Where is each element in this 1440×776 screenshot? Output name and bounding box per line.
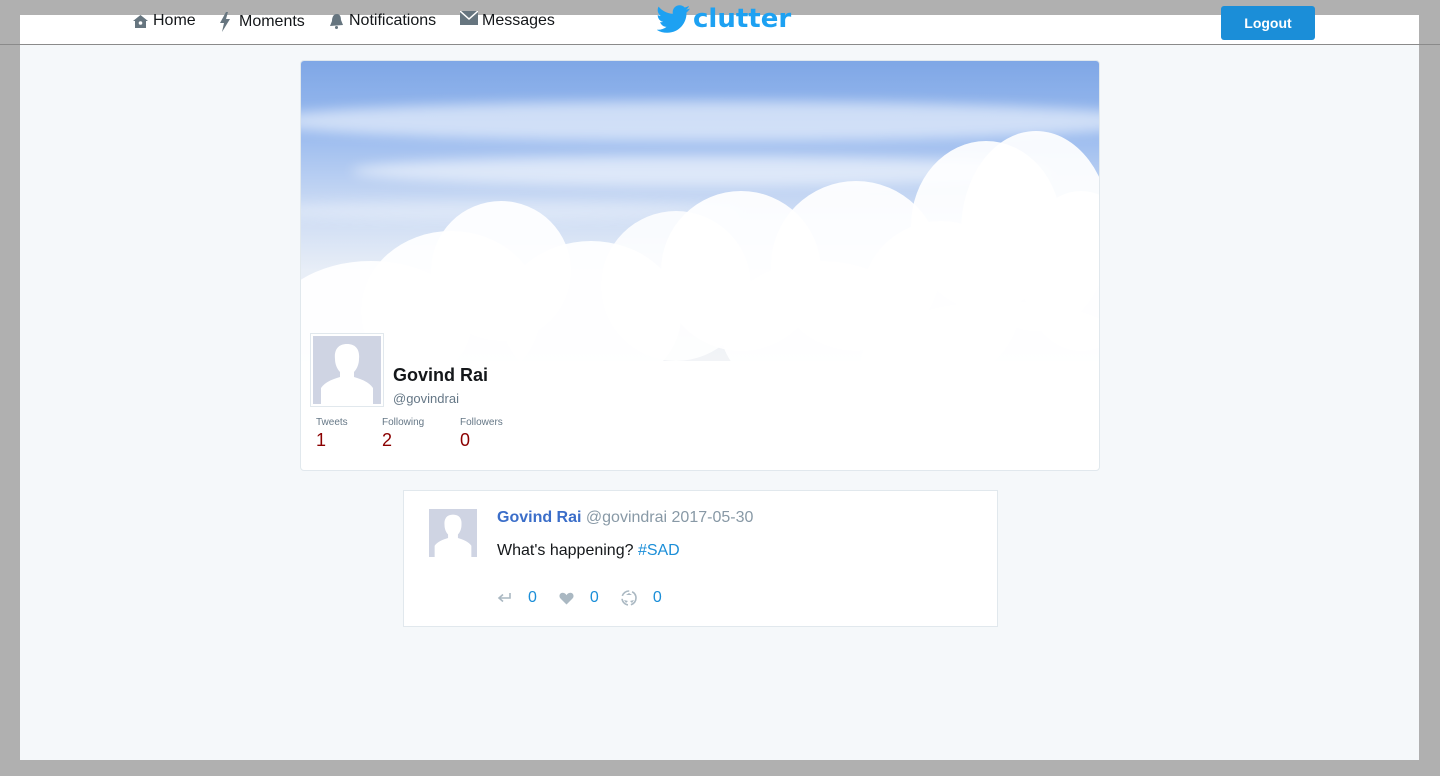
profile-handle: @govindrai <box>393 391 459 406</box>
envelope-icon <box>460 11 478 25</box>
nav-item-moments[interactable]: Moments <box>218 12 305 32</box>
heart-icon <box>559 592 574 604</box>
default-avatar-icon <box>429 509 477 557</box>
navbar-divider <box>0 44 1440 45</box>
bird-icon <box>657 5 690 33</box>
nav-home-label: Home <box>153 12 196 29</box>
nav-moments-label: Moments <box>239 13 305 30</box>
tweet-body: What's happening? #SAD <box>497 542 680 560</box>
stat-value: 2 <box>382 430 393 450</box>
cover-photo <box>301 61 1099 361</box>
default-avatar-icon <box>313 336 381 404</box>
home-icon <box>133 14 148 28</box>
stat-label: Following <box>382 417 425 428</box>
stat-following[interactable]: Following 2 <box>382 417 424 451</box>
nav-notifications-label: Notifications <box>349 12 437 29</box>
tweet-author-name[interactable]: Govind Rai <box>497 509 581 526</box>
tweet-card: Govind Rai @govindrai 2017-05-30 What's … <box>403 490 998 627</box>
stat-label: Followers <box>460 417 503 428</box>
reply-button[interactable]: 0 <box>497 589 559 607</box>
like-count: 0 <box>589 589 599 606</box>
like-button[interactable]: 0 <box>559 589 621 607</box>
stat-value: 0 <box>460 430 471 450</box>
reply-count: 0 <box>528 589 537 606</box>
tweet-actions: 0 0 0 <box>497 589 684 607</box>
brand-logo[interactable]: clutter <box>657 4 791 34</box>
nav-item-messages[interactable]: Messages <box>460 11 555 30</box>
tweet-hashtag[interactable]: #SAD <box>638 542 680 559</box>
tweet-author-handle: @govindrai <box>585 509 668 526</box>
profile-name[interactable]: Govind Rai <box>393 365 488 386</box>
lightning-icon <box>220 12 230 32</box>
logo-text: clutter <box>693 4 792 34</box>
profile-card: Govind Rai @govindrai Tweets 1 Following… <box>300 60 1100 471</box>
retweet-button[interactable]: 0 <box>621 589 684 607</box>
stat-tweets[interactable]: Tweets 1 <box>316 417 348 451</box>
nav-messages-label: Messages <box>482 12 555 29</box>
tweet-text: What's happening? <box>497 542 634 559</box>
nav-item-notifications[interactable]: Notifications <box>328 12 436 30</box>
nav-item-home[interactable]: Home <box>132 12 196 30</box>
stat-label: Tweets <box>316 417 348 428</box>
logout-button[interactable]: Logout <box>1221 6 1315 40</box>
bell-icon <box>330 14 343 29</box>
stat-followers[interactable]: Followers 0 <box>460 417 503 451</box>
stat-value: 1 <box>316 430 327 450</box>
retweet-count: 0 <box>652 589 662 606</box>
tweet-avatar[interactable] <box>429 509 477 557</box>
tweet-date: 2017-05-30 <box>671 509 754 526</box>
recycle-icon <box>621 590 637 606</box>
profile-avatar[interactable] <box>311 334 383 406</box>
tweet-header: Govind Rai @govindrai 2017-05-30 <box>497 509 753 527</box>
reply-icon <box>497 593 511 603</box>
